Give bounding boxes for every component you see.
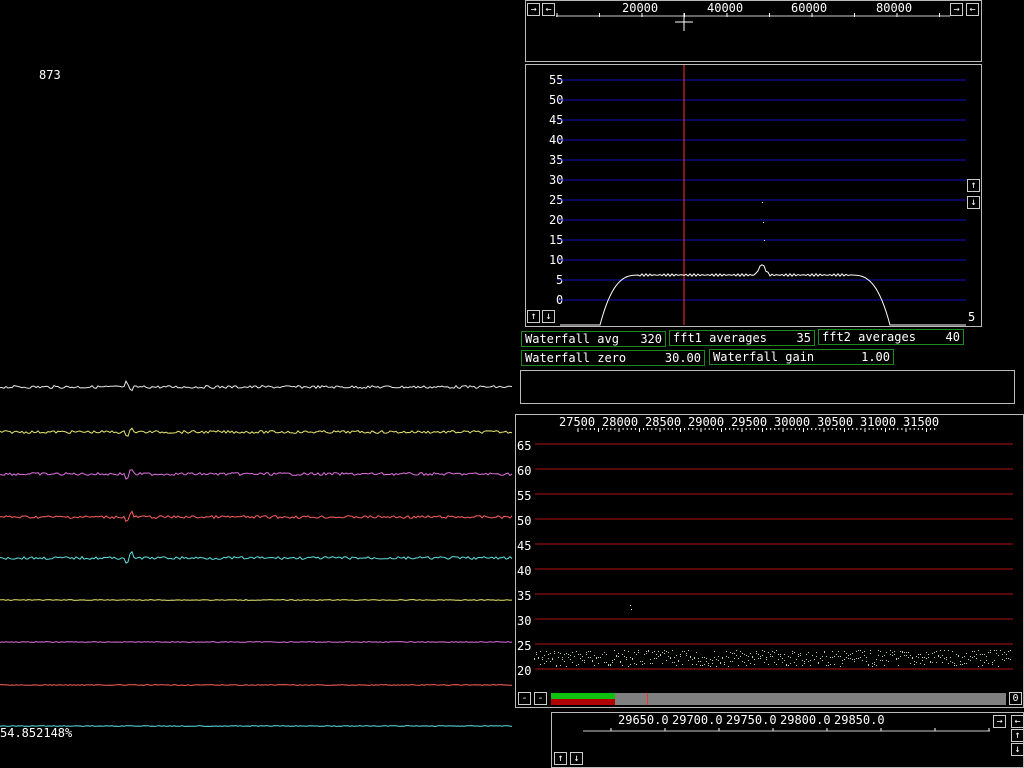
- hires-freq-label: 29650.0: [618, 713, 669, 727]
- baseband-freq-label: 30000: [774, 415, 811, 429]
- zoom-down-button[interactable]: ↓: [967, 196, 980, 209]
- fft1-averages-field[interactable]: fft1 averages 35: [669, 330, 815, 346]
- baseband-freq-label: 30500: [817, 415, 854, 429]
- trace-line: [0, 550, 513, 564]
- scroll-left-button-2[interactable]: ←: [966, 3, 979, 16]
- baseband-minus-button-1[interactable]: -: [518, 692, 531, 705]
- spectrum-y-label: 25: [549, 193, 564, 207]
- freq-label-40000: 40000: [707, 1, 744, 15]
- baseband-spectrum[interactable]: 27500 28000 28500 29000 29500 30000 30500 31000…: [515, 414, 1024, 708]
- scale-down-button[interactable]: ↓: [542, 310, 555, 323]
- scale-up-button[interactable]: ↑: [527, 310, 540, 323]
- spectrum-y-label: 15: [549, 233, 564, 247]
- hires-freq-label: 29800.0: [780, 713, 831, 727]
- baseband-zero-button[interactable]: 0: [1009, 692, 1022, 705]
- signal-level-bar[interactable]: [551, 693, 1006, 705]
- fft1-averages-value: 35: [796, 331, 811, 345]
- fft2-averages-field[interactable]: fft2 averages 40: [818, 329, 964, 345]
- baseband-y-label: 65: [517, 439, 532, 453]
- waterfall-avg-value: 320: [640, 332, 662, 346]
- spectrum-y-label: 40: [549, 133, 564, 147]
- spectrum-plot[interactable]: 55 50 45 40 35 30 25 20 15 10 5 0 ↑ ↓ ↑ ↓ 5: [525, 64, 982, 327]
- baseband-y-label: 55: [517, 489, 532, 503]
- waterfall-gain-value: 1.00: [861, 350, 890, 364]
- baseband-y-label: 35: [517, 589, 532, 603]
- fft2-averages-value: 40: [945, 330, 960, 344]
- baseband-y-label: 30: [517, 614, 532, 628]
- trace-line: [0, 469, 513, 480]
- full-range-header: → ← → ← 20000 40000 60000 80000: [525, 0, 982, 62]
- scroll-right-button-2[interactable]: →: [950, 3, 963, 16]
- waterfall-display[interactable]: [520, 370, 1015, 404]
- waterfall-avg-field[interactable]: Waterfall avg 320: [521, 331, 666, 347]
- spectrum-corner-value: 5: [968, 310, 976, 324]
- baseband-y-label: 45: [517, 539, 532, 553]
- spectrum-y-label: 35: [549, 153, 564, 167]
- waterfall-avg-label: Waterfall avg: [525, 332, 619, 346]
- waterfall-zero-field[interactable]: Waterfall zero 30.00: [521, 350, 705, 366]
- spectrum-y-label: 0: [556, 293, 564, 307]
- percent-readout: 54.852148%: [0, 726, 73, 740]
- spectrum-y-label: 20: [549, 213, 564, 227]
- hires-down-button[interactable]: ↓: [570, 752, 583, 765]
- waterfall-zero-value: 30.00: [664, 351, 701, 365]
- baseband-freq-label: 29000: [688, 415, 725, 429]
- baseband-freq-label: 31500: [903, 415, 940, 429]
- baseband-y-label: 60: [517, 464, 532, 478]
- baseband-y-label: 50: [517, 514, 532, 528]
- spectrum-y-label: 30: [549, 173, 564, 187]
- waterfall-gain-label: Waterfall gain: [713, 350, 815, 364]
- spectrum-y-label: 5: [556, 273, 564, 287]
- trace-line: [0, 510, 513, 523]
- trace-line: [0, 379, 513, 392]
- baseband-freq-label: 28000: [602, 415, 639, 429]
- spectrum-y-label: 50: [549, 93, 564, 107]
- timing-traces: [0, 379, 513, 727]
- baseband-y-label: 20: [517, 664, 532, 678]
- spectrum-y-label: 45: [549, 113, 564, 127]
- freq-label-60000: 60000: [791, 1, 828, 15]
- hires-left-button[interactable]: ←: [1011, 715, 1024, 728]
- hires-up-button[interactable]: ↑: [554, 752, 567, 765]
- spectrum-y-label: 55: [549, 73, 564, 87]
- baseband-freq-label: 31000: [860, 415, 897, 429]
- waterfall-gain-field[interactable]: Waterfall gain 1.00: [709, 349, 894, 365]
- hires-up-button-2[interactable]: ↑: [1011, 729, 1024, 742]
- zoom-up-button[interactable]: ↑: [967, 179, 980, 192]
- baseband-freq-label: 27500: [559, 415, 596, 429]
- baseband-y-label: 25: [517, 639, 532, 653]
- trace-line: [0, 725, 513, 727]
- hires-freq-label: 29750.0: [726, 713, 777, 727]
- waterfall-zero-label: Waterfall zero: [525, 351, 627, 365]
- scroll-left-button[interactable]: ←: [542, 3, 555, 16]
- hires-freq-label: 29850.0: [834, 713, 885, 727]
- spectrum-y-label: 10: [549, 253, 564, 267]
- freq-label-80000: 80000: [876, 1, 913, 15]
- trace-line: [0, 599, 513, 601]
- baseband-freq-label: 29500: [731, 415, 768, 429]
- trace-line: [0, 427, 513, 437]
- hires-freq-label: 29700.0: [672, 713, 723, 727]
- scroll-right-button[interactable]: →: [527, 3, 540, 16]
- trace-line: [0, 641, 513, 643]
- baseband-minus-button-2[interactable]: -: [534, 692, 547, 705]
- signal-level-fill-red: [551, 699, 615, 705]
- hires-header[interactable]: 29650.0 29700.0 29750.0 29800.0 29850.0 → ↑ …: [551, 712, 1024, 768]
- fft2-averages-label: fft2 averages: [822, 330, 916, 344]
- freq-label-20000: 20000: [622, 1, 659, 15]
- hires-right-button[interactable]: →: [993, 715, 1006, 728]
- baseband-freq-label: 28500: [645, 415, 682, 429]
- fft1-averages-label: fft1 averages: [673, 331, 767, 345]
- signal-level-marker: [647, 693, 648, 705]
- baseband-y-label: 40: [517, 564, 532, 578]
- trace-line: [0, 684, 512, 686]
- hires-down-button-2[interactable]: ↓: [1011, 743, 1024, 756]
